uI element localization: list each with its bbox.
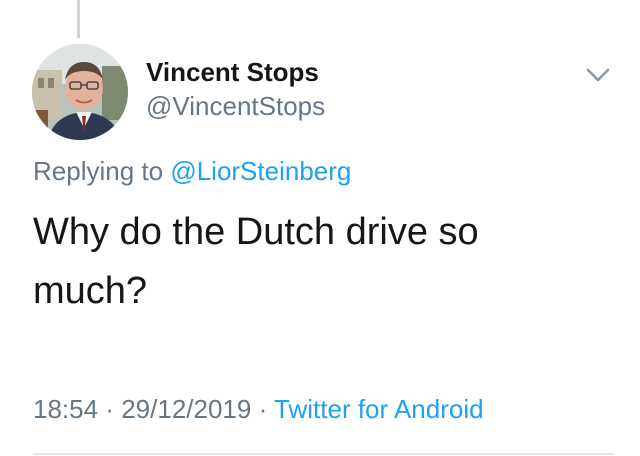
thread-connector-line	[77, 0, 80, 38]
divider	[33, 453, 614, 455]
replying-to-link[interactable]: @LiorSteinberg	[170, 156, 351, 186]
meta-separator: ·	[105, 394, 114, 424]
tweet-time[interactable]: 18:54	[33, 394, 98, 424]
tweet-date[interactable]: 29/12/2019	[121, 394, 251, 424]
meta-separator: ·	[258, 394, 268, 424]
tweet-source-link[interactable]: Twitter for Android	[274, 394, 484, 424]
tweet-metadata: 18:54 · 29/12/2019 · Twitter for Android	[33, 394, 484, 425]
replying-prefix: Replying to	[33, 156, 164, 186]
avatar-photo	[32, 44, 128, 140]
tweet-text: Why do the Dutch drive so much?	[33, 211, 479, 312]
avatar[interactable]	[32, 44, 128, 140]
display-name[interactable]: Vincent Stops	[146, 57, 319, 88]
user-handle[interactable]: @VincentStops	[146, 91, 325, 122]
replying-to-line: Replying to @LiorSteinberg	[33, 156, 351, 187]
chevron-down-icon[interactable]	[582, 62, 614, 88]
